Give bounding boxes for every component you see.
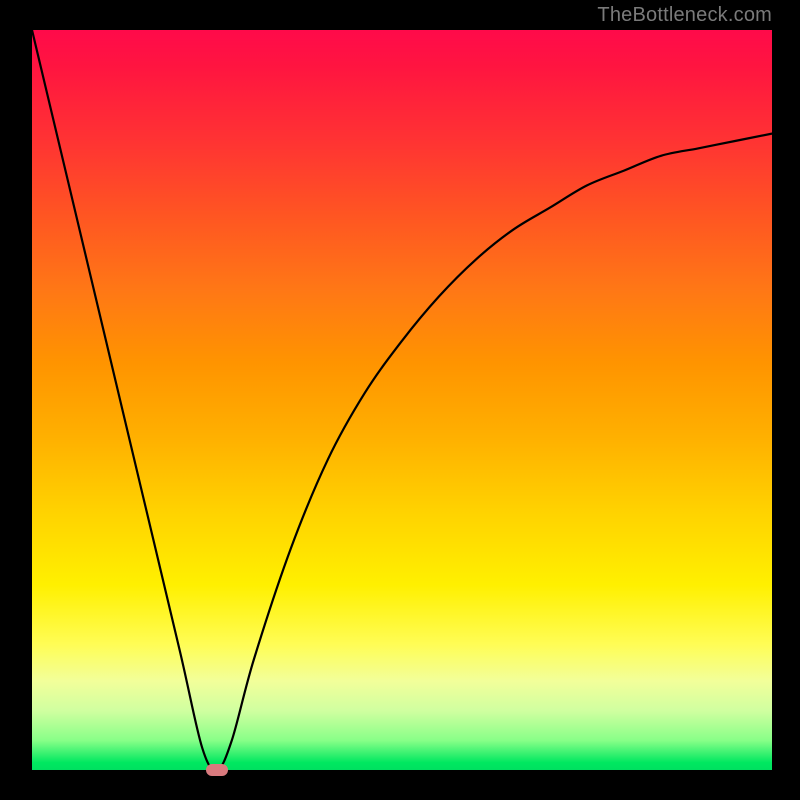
plot-area <box>32 30 772 770</box>
chart-frame: TheBottleneck.com <box>0 0 800 800</box>
minimum-marker <box>206 764 228 776</box>
attribution-text: TheBottleneck.com <box>597 4 772 27</box>
bottleneck-curve <box>32 30 772 770</box>
